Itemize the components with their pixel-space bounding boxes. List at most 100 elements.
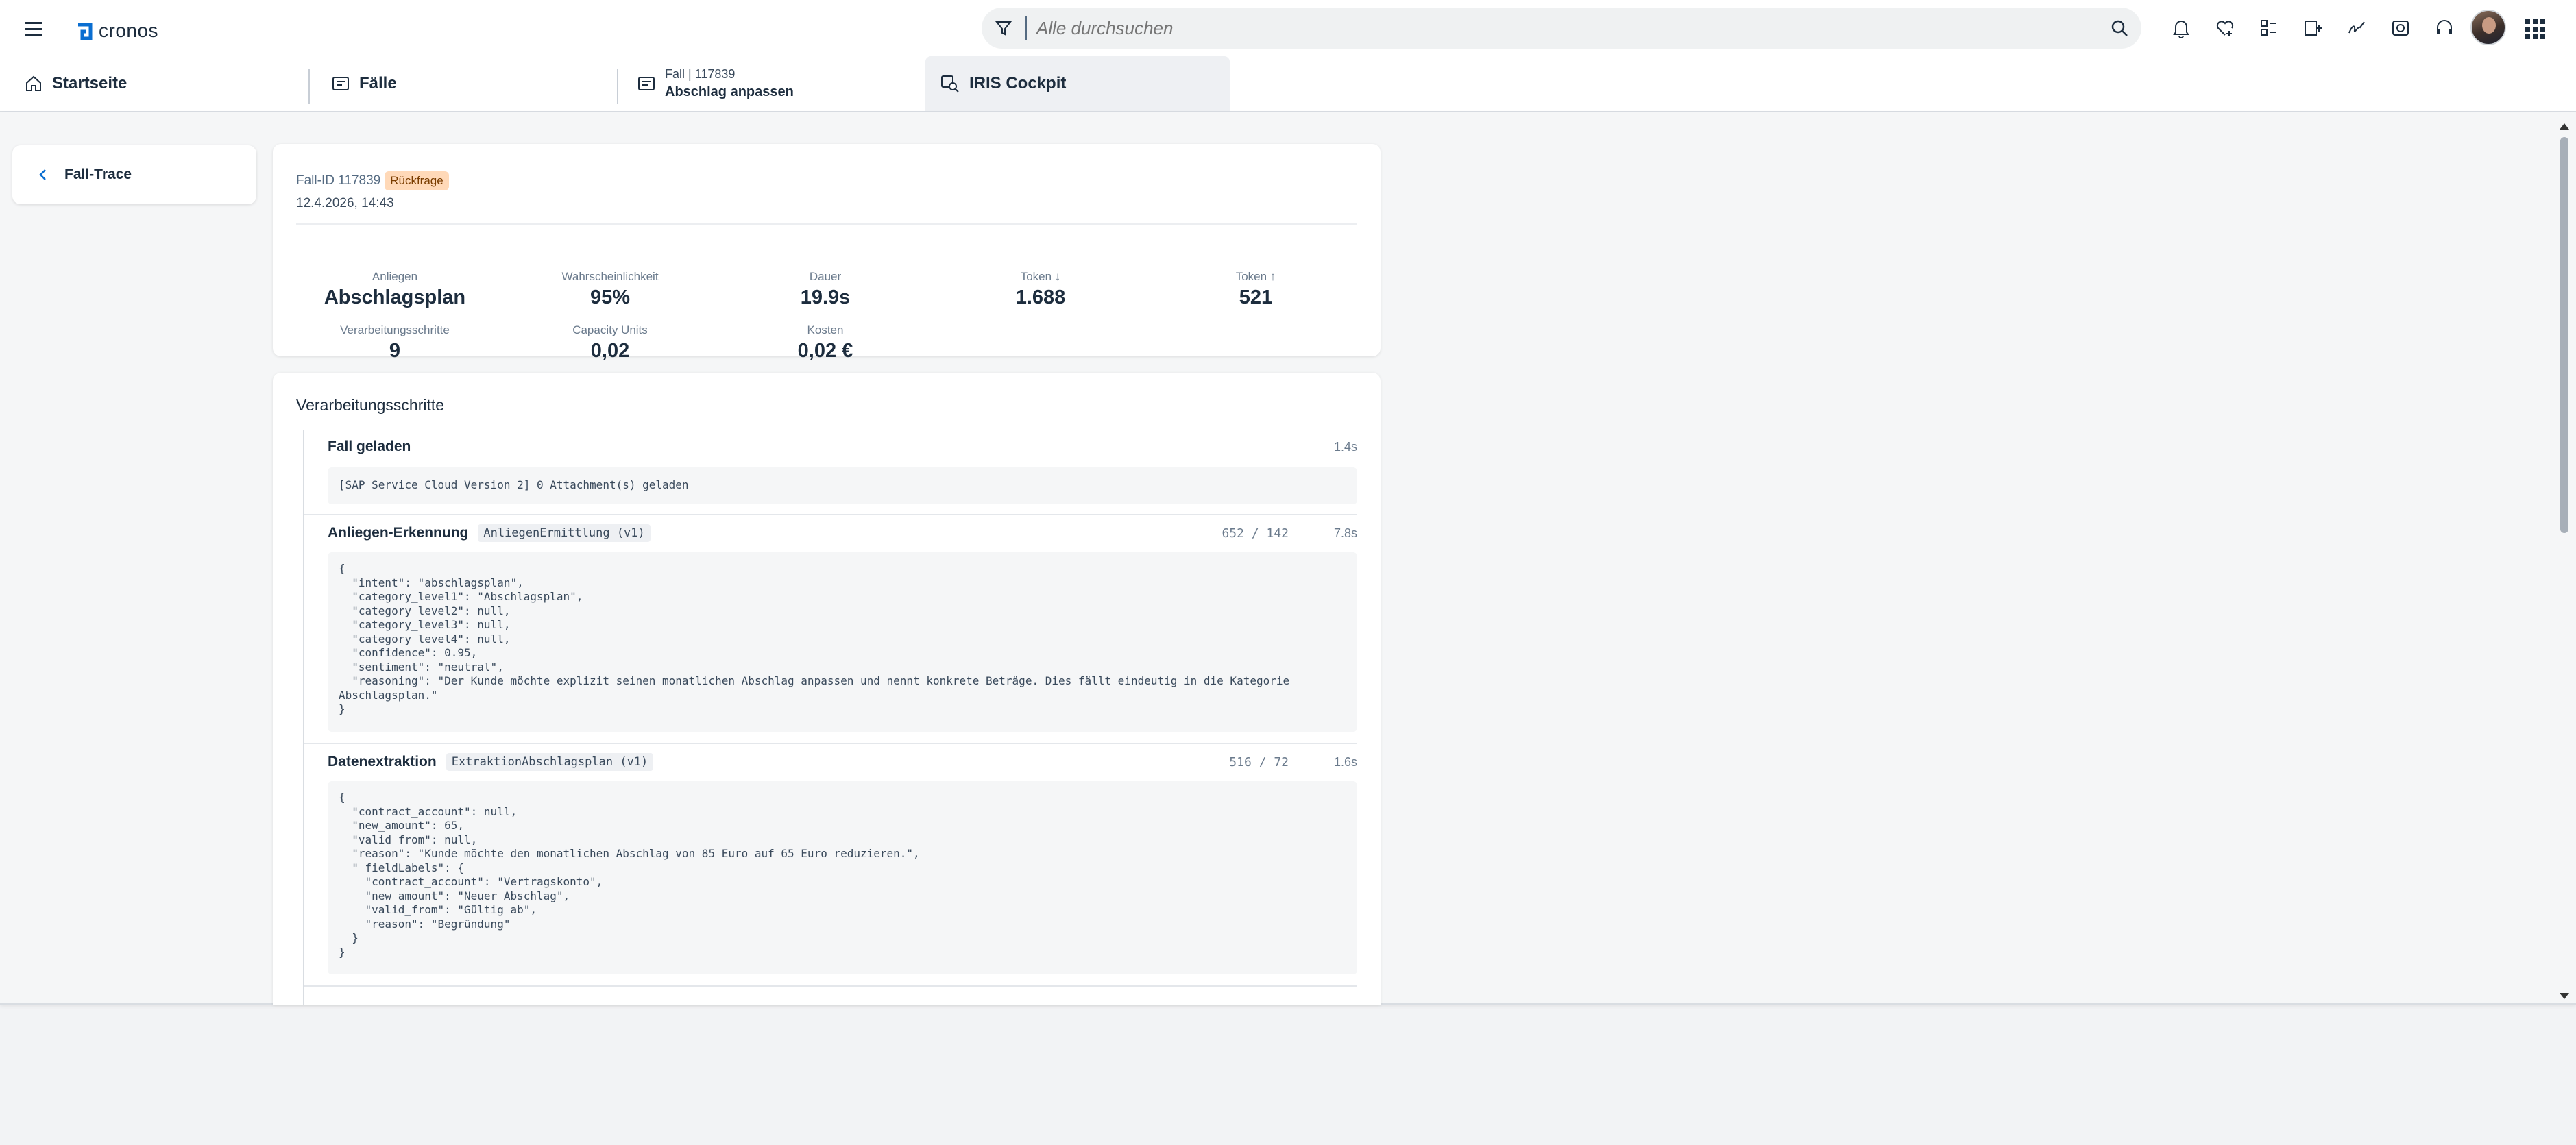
- scrollbar-thumb[interactable]: [2560, 137, 2568, 533]
- cronos-logo[interactable]: cronos: [75, 19, 158, 42]
- code-line: "valid_from": "Gültig ab",: [339, 903, 537, 916]
- shell-bar: cronos: [0, 0, 2576, 56]
- stat-anliegen: Anliegen Abschlagsplan: [292, 270, 498, 309]
- filter-icon[interactable]: [982, 19, 1025, 37]
- step-name: Datenextraktion: [328, 754, 437, 770]
- tab-label: Fälle: [359, 74, 397, 93]
- content-area: Fall-Trace Fall-ID 117839 Rückfrage 12.4…: [0, 112, 2576, 1005]
- scroll-up-icon[interactable]: [2560, 123, 2569, 130]
- task-list-icon[interactable]: [2247, 14, 2291, 42]
- tab-faelle[interactable]: Fälle: [332, 56, 606, 111]
- stat-label: Dauer: [809, 270, 842, 283]
- code-line: "reason": "Begründung": [339, 917, 511, 931]
- signature-icon[interactable]: [2335, 14, 2379, 42]
- logo-text: cronos: [99, 20, 159, 41]
- tab-label: IRIS Cockpit: [969, 74, 1067, 93]
- stat-value: 19.9s: [800, 286, 851, 308]
- code-line: "intent": "abschlagsplan",: [339, 576, 524, 589]
- step-duration: 7.8s: [1333, 526, 1357, 540]
- logo-mark-icon: [78, 23, 93, 40]
- stat-verarbeitungsschritte: Verarbeitungsschritte 9: [292, 323, 498, 362]
- step-output-box: [SAP Service Cloud Version 2] 0 Attachme…: [328, 467, 1357, 504]
- add-document-icon[interactable]: [2291, 14, 2335, 42]
- vertical-scrollbar[interactable]: [2557, 119, 2572, 1003]
- code-line: }: [339, 931, 359, 944]
- stat-value: Abschlagsplan: [324, 286, 466, 308]
- stat-label: Capacity Units: [572, 323, 648, 336]
- user-avatar[interactable]: [2470, 10, 2506, 45]
- tab-separator: [308, 69, 310, 104]
- stat-value: 521: [1239, 286, 1273, 308]
- verified-icon[interactable]: [2379, 14, 2422, 42]
- stat-label: Token ↑: [1235, 270, 1276, 283]
- step-datenextraktion: Datenextraktion ExtraktionAbschlagsplan …: [304, 748, 1357, 1005]
- fall-trace-label: Fall-Trace: [64, 167, 132, 182]
- tab-label: Abschlag anpassen: [665, 84, 794, 99]
- stat-label: Verarbeitungsschritte: [340, 323, 450, 336]
- stat-value: 95%: [590, 286, 631, 308]
- back-to-fall-trace-button[interactable]: Fall-Trace: [12, 145, 256, 204]
- code-line: "reason": "Kunde möchte den monatlichen …: [339, 847, 920, 860]
- tab-iris-cockpit[interactable]: IRIS Cockpit: [925, 56, 1230, 111]
- stat-value: 1.688: [1015, 286, 1066, 308]
- stat-label: Kosten: [807, 323, 844, 336]
- processing-steps-card: Verarbeitungsschritte Fall geladen 1.4s …: [273, 373, 1381, 1005]
- case-summary-card: Fall-ID 117839 Rückfrage 12.4.2026, 14:4…: [273, 144, 1381, 362]
- heart-plus-icon[interactable]: [2203, 14, 2247, 42]
- code-line: "contract_account": "Vertragskonto",: [339, 875, 603, 888]
- step-model-tag: AnliegenErmittlung (v1): [478, 524, 651, 542]
- steps-title: Verarbeitungsschritte: [296, 396, 445, 414]
- code-line: "category_level1": "Abschlagsplan",: [339, 590, 583, 603]
- tab-startseite[interactable]: Startseite: [25, 56, 299, 111]
- search-bar[interactable]: [982, 8, 2141, 49]
- step-divider: [304, 514, 1357, 515]
- step-name: Fall geladen: [328, 439, 411, 454]
- code-line: "contract_account": null,: [339, 804, 518, 818]
- step-tokens: 652 / 142: [1222, 526, 1289, 541]
- case-icon: [638, 77, 655, 90]
- code-line: {: [339, 562, 345, 575]
- code-line: }: [339, 945, 345, 959]
- tab-bar: Startseite Fälle Fall | 117839 Abschlag …: [0, 56, 2576, 112]
- code-line: }: [339, 702, 345, 715]
- step-duration: 1.6s: [1333, 755, 1357, 769]
- cockpit-search-icon: [941, 75, 959, 93]
- stat-token-down: Token ↓ 1.688: [938, 270, 1143, 309]
- search-icon[interactable]: [2098, 19, 2141, 38]
- bell-icon[interactable]: [2159, 14, 2203, 42]
- step-model-tag: ExtraktionAbschlagsplan (v1): [446, 753, 654, 771]
- code-line: "new_amount": 65,: [339, 819, 465, 832]
- scroll-down-icon[interactable]: [2560, 993, 2569, 999]
- step-divider: [304, 985, 1357, 987]
- step-name: Anliegen-Erkennung: [328, 525, 469, 541]
- case-icon: [332, 77, 349, 90]
- code-line: "new_amount": "Neuer Abschlag",: [339, 889, 570, 902]
- step-output-box: { "contract_account": null, "new_amount"…: [328, 781, 1357, 974]
- headset-icon[interactable]: [2422, 14, 2466, 42]
- summary-divider: [296, 223, 1357, 225]
- search-input[interactable]: [1027, 17, 2098, 39]
- stat-kosten: Kosten 0,02 €: [722, 323, 928, 362]
- stat-value: 9: [389, 340, 401, 362]
- code-line: [SAP Service Cloud Version 2] 0 Attachme…: [339, 478, 689, 491]
- home-icon: [26, 75, 41, 91]
- step-duration: 1.4s: [1333, 440, 1357, 454]
- stat-capacity-units: Capacity Units 0,02: [507, 323, 713, 362]
- case-id-line: Fall-ID 117839 Rückfrage: [296, 171, 449, 190]
- code-line: "_fieldLabels": {: [339, 861, 465, 874]
- app-grid-icon[interactable]: [2523, 16, 2547, 41]
- tab-case-117839[interactable]: Fall | 117839 Abschlag anpassen: [637, 56, 912, 111]
- step-divider: [304, 743, 1357, 744]
- code-line: "category_level3": null,: [339, 618, 511, 631]
- code-line: "category_level4": null,: [339, 632, 511, 645]
- stat-dauer: Dauer 19.9s: [722, 270, 928, 309]
- stat-token-up: Token ↑ 521: [1153, 270, 1359, 309]
- code-line: "valid_from": null,: [339, 833, 478, 846]
- case-datetime: 12.4.2026, 14:43: [296, 196, 394, 210]
- hamburger-menu-icon[interactable]: [25, 16, 49, 41]
- stat-label: Anliegen: [372, 270, 418, 283]
- code-line: "reasoning": "Der Kunde möchte explizit …: [339, 674, 1290, 687]
- chevron-left-icon: [39, 169, 46, 180]
- status-badge: Rückfrage: [385, 171, 449, 190]
- code-line: "sentiment": "neutral",: [339, 660, 504, 674]
